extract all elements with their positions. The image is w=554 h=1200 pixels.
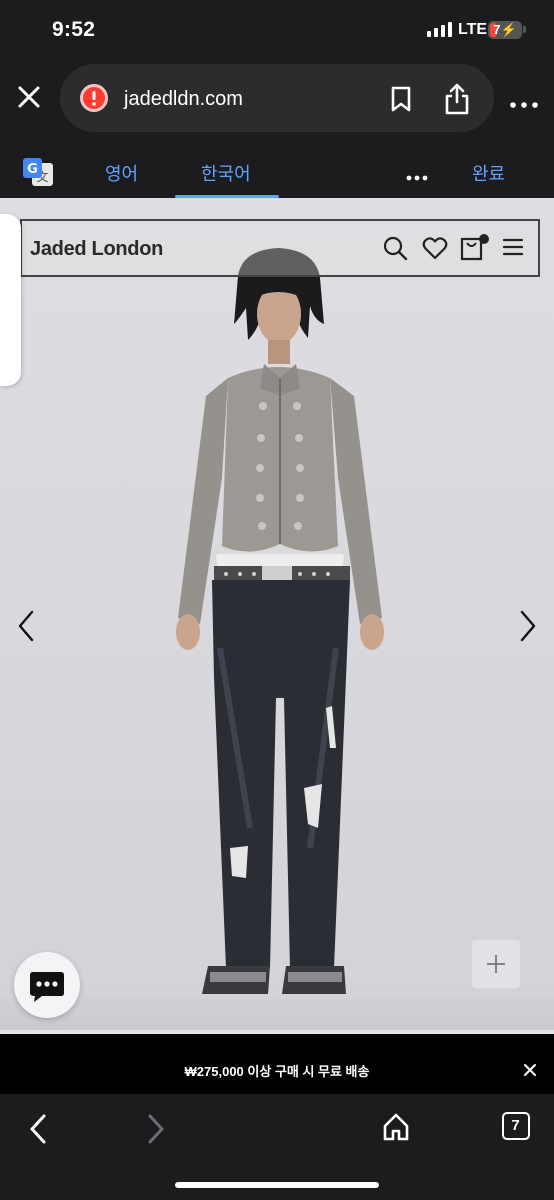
prev-image-arrow[interactable] (16, 608, 38, 644)
more-options-icon[interactable] (510, 95, 538, 108)
close-icon[interactable] (521, 1061, 539, 1079)
translate-bar: 文 G 영어 한국어 완료 (0, 138, 554, 198)
warning-icon[interactable] (80, 84, 108, 112)
web-content: Jaded London (0, 198, 554, 1034)
forward-arrow-icon[interactable] (144, 1112, 168, 1151)
heart-icon[interactable] (422, 235, 448, 266)
tabs-button[interactable]: 7 (502, 1112, 530, 1140)
close-icon[interactable] (14, 82, 44, 112)
next-image-arrow[interactable] (516, 608, 538, 644)
search-icon[interactable] (382, 235, 408, 266)
tab-english[interactable]: 영어 (105, 160, 138, 186)
status-bar: 9:52 LTE 7⚡ (0, 0, 554, 60)
back-arrow-icon[interactable] (26, 1112, 50, 1151)
google-translate-icon[interactable]: 文 G (22, 157, 54, 187)
signal-icon (427, 22, 452, 37)
battery-level: 7 (493, 22, 501, 37)
translate-more-icon[interactable] (406, 168, 428, 181)
url-text[interactable]: jadedldn.com (124, 88, 243, 111)
bookmark-icon[interactable] (390, 86, 412, 112)
chat-button[interactable] (14, 952, 80, 1018)
promo-banner: ₩275,000 이상 구매 시 무료 배송 (0, 1034, 554, 1094)
site-header: Jaded London (20, 219, 540, 277)
product-image (176, 248, 384, 994)
battery-icon: 7⚡ (488, 21, 522, 39)
share-icon[interactable] (442, 82, 472, 116)
browser-toolbar: jadedldn.com (0, 60, 554, 138)
translate-done-button[interactable]: 완료 (472, 160, 505, 186)
svg-text:G: G (27, 162, 38, 177)
home-indicator (175, 1182, 379, 1188)
promo-text: ₩275,000 이상 구매 시 무료 배송 (184, 1064, 370, 1079)
network-type: LTE (458, 21, 488, 38)
home-icon[interactable] (382, 1112, 410, 1147)
side-panel-edge[interactable] (0, 214, 21, 386)
cart-icon[interactable] (459, 233, 489, 266)
brand-logo[interactable]: Jaded London (30, 238, 163, 261)
battery-nub (523, 26, 526, 33)
zoom-plus-button[interactable] (472, 940, 520, 988)
browser-bottom-bar: 7 (0, 1094, 554, 1200)
menu-icon[interactable] (502, 237, 524, 262)
address-bar[interactable]: jadedldn.com (60, 64, 494, 132)
tab-korean[interactable]: 한국어 (201, 160, 251, 186)
status-time: 9:52 (52, 18, 96, 41)
tabs-count: 7 (511, 1117, 520, 1134)
